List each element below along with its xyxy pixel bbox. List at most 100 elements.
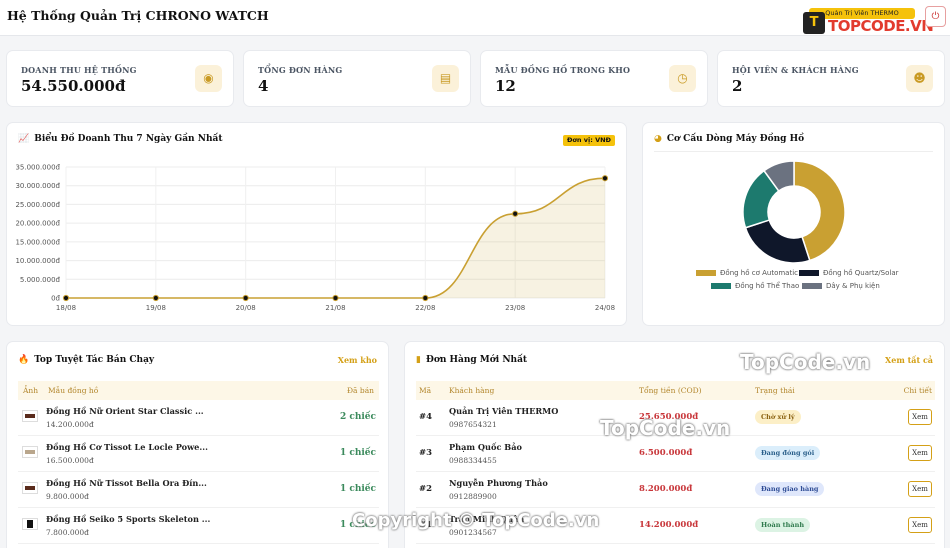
- kpi-label: Hội viên & khách hàng: [732, 65, 859, 75]
- column-header: Mã: [419, 386, 432, 395]
- status-badge: Hoàn thành: [755, 518, 811, 532]
- kpi-label: Doanh thu hệ thống: [21, 65, 137, 75]
- order-id: #2: [419, 484, 433, 494]
- y-tick-label: 20.000.000đ: [15, 220, 60, 228]
- clock-icon: ◷: [669, 65, 696, 92]
- data-point: [422, 294, 429, 302]
- order-id: #4: [419, 412, 433, 422]
- product-price: 7.800.000đ: [46, 528, 89, 537]
- kpi-value: 2: [732, 77, 743, 95]
- data-point: [512, 210, 519, 217]
- product-thumbnail: [22, 482, 38, 494]
- product-sold: 1 chiếc: [339, 484, 376, 494]
- kpi-card-members: Hội viên & khách hàng 2 ☻: [717, 50, 945, 107]
- product-sold: 1 chiếc: [339, 448, 376, 458]
- x-tick-label: 22/08: [415, 304, 435, 312]
- column-header: Đã bán: [346, 386, 374, 395]
- customer-name: Quản Trị Viên THERMO: [449, 406, 559, 416]
- x-tick-label: 24/08: [595, 304, 615, 312]
- y-tick-label: 25.000.000đ: [15, 201, 60, 209]
- product-name[interactable]: Đồng Hồ Nữ Tissot Bella Ora Đín...: [46, 478, 207, 488]
- kpi-value: 54.550.000đ: [21, 77, 126, 95]
- users-icon: ☻: [906, 65, 933, 92]
- order-total: 6.500.000đ: [639, 448, 693, 458]
- top-products-card: 🔥 Top Tuyệt Tác Bán Chạy Xem kho Ảnh Mẫu …: [6, 341, 389, 548]
- y-tick-label: 10.000.000đ: [15, 257, 60, 265]
- receipt-icon: ▮: [416, 355, 421, 365]
- revenue-chart: 35.000.000đ 30.000.000đ 25.000.000đ 20.000.…: [15, 164, 615, 313]
- customer-name: Phạm Quốc Bảo: [449, 442, 522, 452]
- donut-slice: [744, 219, 811, 264]
- kpi-card-revenue: Doanh thu hệ thống 54.550.000đ ◉: [6, 50, 234, 107]
- data-point: [242, 294, 249, 302]
- order-total: 8.200.000đ: [639, 484, 693, 494]
- product-price: 9.800.000đ: [46, 492, 89, 501]
- column-header: Mẫu đồng hồ: [48, 386, 99, 395]
- order-row[interactable]: #2 Nguyễn Phương Thảo 0912889900 8.200.0…: [416, 472, 935, 508]
- legend-item[interactable]: Đồng hồ cơ Automatic: [696, 269, 798, 277]
- order-id: #3: [419, 448, 433, 458]
- kpi-label: Mẫu đồng hồ trong kho: [495, 65, 631, 75]
- product-price: 16.500.000đ: [46, 456, 94, 465]
- view-order-button[interactable]: Xem: [908, 409, 932, 425]
- product-name[interactable]: Đồng Hồ Seiko 5 Sports Skeleton ...: [46, 514, 210, 524]
- column-header: Chi tiết: [903, 386, 932, 395]
- table-row[interactable]: Đồng Hồ Nữ Tissot Bella Ora Đín... 9.800…: [18, 472, 379, 508]
- top-bar: Hệ Thống Quản Trị CHRONO WATCH Quản Trị …: [0, 0, 950, 36]
- x-tick-label: 21/08: [325, 304, 345, 312]
- coins-icon: ◉: [195, 65, 222, 92]
- column-header: Tổng tiền (COD): [639, 386, 702, 395]
- legend-item[interactable]: Đồng hồ Thể Thao: [711, 282, 799, 290]
- product-price: 14.200.000đ: [46, 420, 94, 429]
- view-order-button[interactable]: Xem: [908, 445, 932, 461]
- legend-item[interactable]: Đồng hồ Quartz/Solar: [799, 269, 899, 277]
- product-thumbnail: [22, 446, 38, 458]
- table-row[interactable]: Đồng Hồ Cơ Tissot Le Locle Powe... 16.50…: [18, 436, 379, 472]
- kpi-card-stock: Mẫu đồng hồ trong kho 12 ◷: [480, 50, 708, 107]
- watermark: TopCode.vn: [740, 350, 871, 374]
- data-point: [62, 294, 70, 302]
- view-order-button[interactable]: Xem: [908, 481, 932, 497]
- receipt-icon: ▤: [432, 65, 459, 92]
- legend-item[interactable]: Dây & Phụ kiện: [802, 282, 880, 290]
- power-icon: ⏻: [931, 11, 940, 22]
- kpi-value: 12: [495, 77, 516, 95]
- app-title: Hệ Thống Quản Trị CHRONO WATCH: [7, 8, 269, 23]
- product-name[interactable]: Đồng Hồ Cơ Tissot Le Locle Powe...: [46, 442, 208, 452]
- watermark: Copyright © TopCode.vn: [352, 510, 600, 531]
- table-row[interactable]: Đồng Hồ Seiko 5 Sports Skeleton ... 7.80…: [18, 508, 379, 544]
- status-badge: Đang giao hàng: [755, 482, 825, 496]
- data-point: [152, 294, 159, 302]
- fire-icon: 🔥: [18, 355, 30, 365]
- view-stock-link[interactable]: Xem kho: [338, 355, 377, 365]
- top-products-title: 🔥 Top Tuyệt Tác Bán Chạy: [18, 355, 155, 365]
- y-tick-label: 0đ: [51, 295, 60, 303]
- structure-chart: [742, 160, 846, 264]
- view-all-orders-link[interactable]: Xem tất cả: [885, 355, 933, 365]
- view-order-button[interactable]: Xem: [908, 517, 932, 533]
- column-header: Trạng thái: [755, 386, 795, 395]
- status-badge: Đang đóng gói: [755, 446, 821, 460]
- order-row[interactable]: #3 Phạm Quốc Bảo 0988334455 6.500.000đ Đ…: [416, 436, 935, 472]
- structure-chart-card: ◕ Cơ Cấu Dòng Máy Đồng Hồ Đồng hồ cơ Auto…: [642, 122, 945, 326]
- customer-phone: 0988334455: [449, 456, 497, 465]
- products-table-header: Ảnh Mẫu đồng hồ Đã bán: [18, 381, 379, 400]
- revenue-chart-card: 📈 Biểu Đồ Doanh Thu 7 Ngày Gần Nhất Đơn v…: [6, 122, 627, 326]
- logout-button[interactable]: ⏻: [925, 6, 946, 27]
- brand-logo-icon: T: [803, 12, 825, 34]
- brand: Quản Trị Viên THERMO T TOPCODE.VN: [803, 4, 934, 36]
- product-name[interactable]: Đồng Hồ Nữ Orient Star Classic ...: [46, 406, 204, 416]
- product-thumbnail: [22, 518, 38, 530]
- y-tick-label: 35.000.000đ: [15, 164, 60, 172]
- customer-phone: 0912889900: [449, 492, 497, 501]
- kpi-label: Tổng đơn hàng: [258, 65, 343, 75]
- y-tick-label: 30.000.000đ: [15, 182, 60, 190]
- y-tick-label: 15.000.000đ: [15, 238, 60, 246]
- column-header: Khách hàng: [449, 386, 495, 395]
- x-tick-label: 19/08: [146, 304, 166, 312]
- status-badge: Chờ xử lý: [755, 410, 801, 424]
- data-point: [332, 294, 339, 302]
- table-row[interactable]: Đồng Hồ Nữ Orient Star Classic ... 14.20…: [18, 400, 379, 436]
- y-tick-label: 5.000.000đ: [20, 276, 61, 284]
- order-total: 14.200.000đ: [639, 520, 699, 530]
